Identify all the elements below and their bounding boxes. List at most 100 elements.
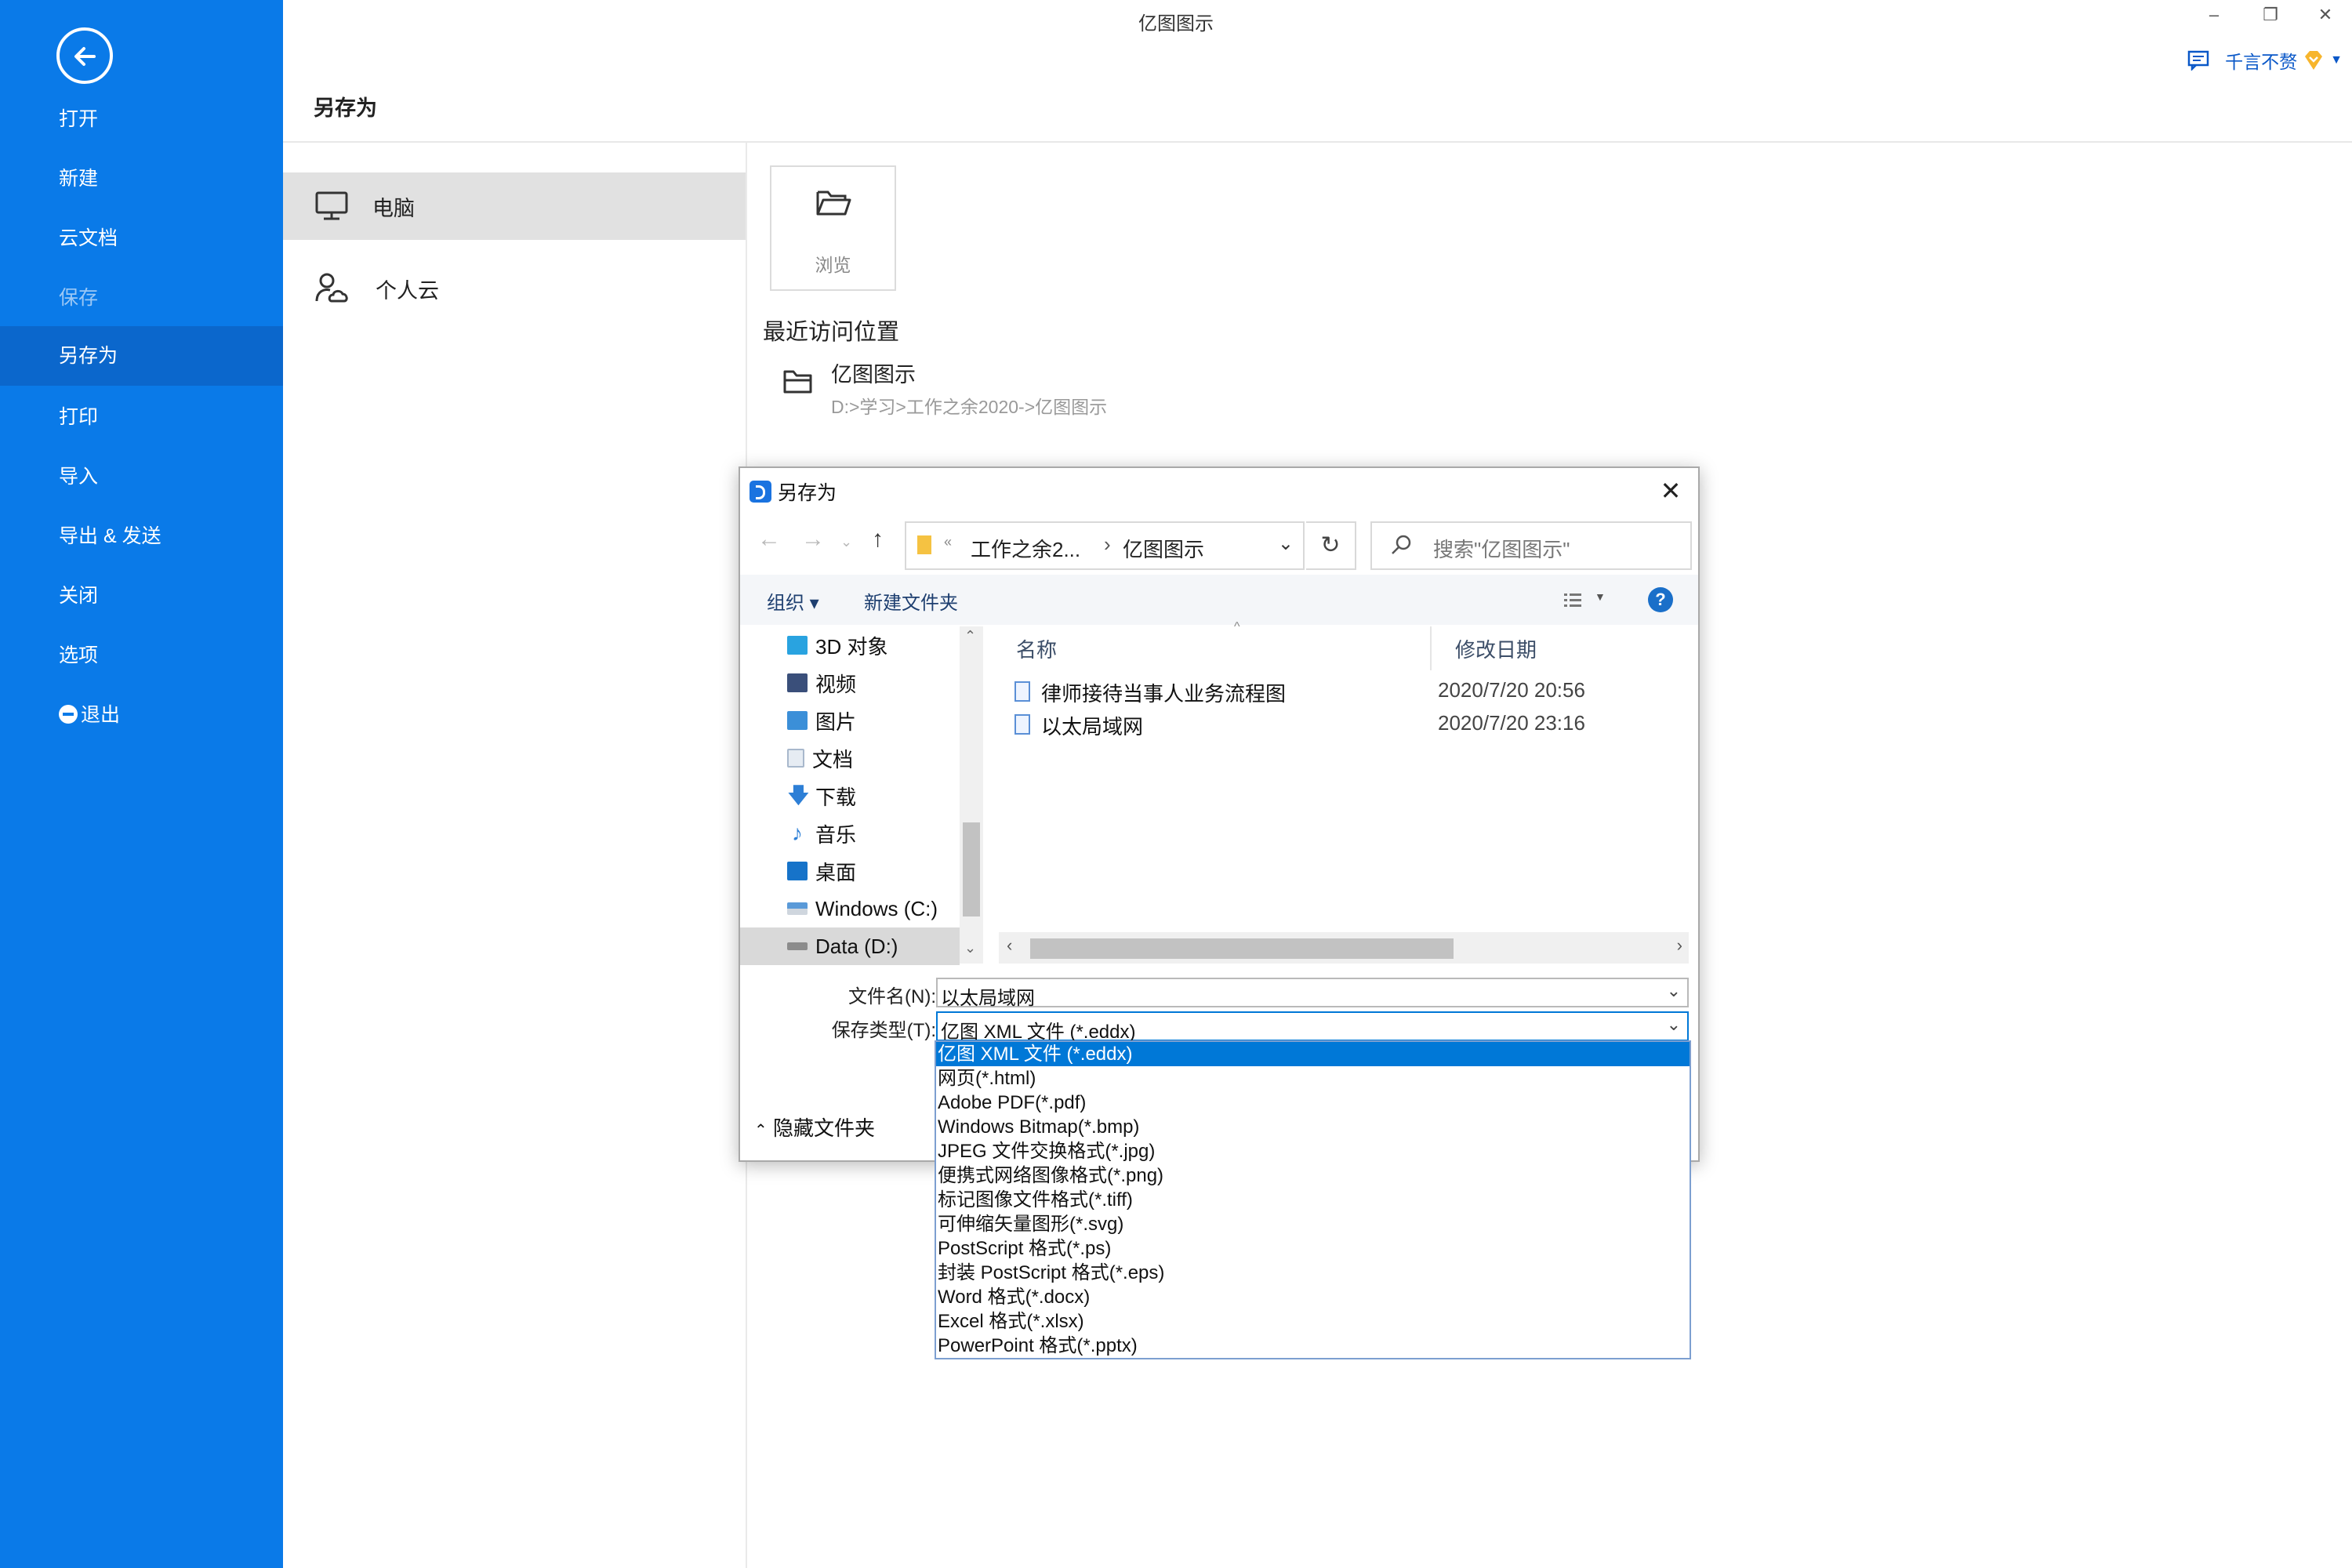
chevron-down-icon[interactable]: ⌄: [840, 534, 852, 550]
filetype-option[interactable]: 便携式网络图像格式(*.png): [936, 1163, 1690, 1188]
breadcrumb-item[interactable]: 工作之余2...: [971, 534, 1080, 563]
chevron-down-icon[interactable]: ▼: [2330, 53, 2343, 67]
chevron-down-icon[interactable]: ⌄: [1278, 532, 1294, 555]
filename-label: 文件名(N):: [848, 986, 936, 1007]
nav-options[interactable]: 选项: [0, 626, 283, 685]
filetype-option[interactable]: 可伸缩矢量图形(*.svg): [936, 1212, 1690, 1236]
nav-label: 导出 & 发送: [59, 525, 162, 547]
filetype-option[interactable]: Windows Bitmap(*.bmp): [936, 1115, 1690, 1139]
address-bar[interactable]: « 工作之余2... › 亿图图示 ⌄: [905, 521, 1305, 570]
desktop-icon: [787, 862, 808, 880]
file-date: 2020/7/20 20:56: [1438, 678, 1585, 702]
tree-label: 文档: [812, 747, 854, 771]
filetype-option[interactable]: Excel 格式(*.xlsx): [936, 1309, 1690, 1334]
user-name[interactable]: 千言不赘: [2225, 47, 2297, 74]
filetype-option[interactable]: Word 格式(*.docx): [936, 1285, 1690, 1309]
user-area[interactable]: 千言不赘 ▼: [2187, 47, 2343, 74]
filetype-option[interactable]: 亿图 XML 文件 (*.eddx): [936, 1042, 1690, 1066]
scrollbar-thumb[interactable]: [963, 822, 980, 916]
filetype-option[interactable]: Adobe PDF(*.pdf): [936, 1091, 1690, 1115]
file-list-hscrollbar[interactable]: ‹ ›: [999, 932, 1689, 964]
tree-label: 桌面: [815, 860, 857, 884]
filetype-option[interactable]: 网页(*.html): [936, 1066, 1690, 1091]
nav-print[interactable]: 打印: [0, 387, 283, 447]
filetype-label: 保存类型(T):: [831, 1020, 936, 1041]
dialog-titlebar[interactable]: 另存为 ✕: [740, 468, 1698, 512]
new-folder-button[interactable]: 新建文件夹: [864, 587, 958, 615]
view-options-chevron-icon[interactable]: ▼: [1595, 590, 1606, 603]
nav-new[interactable]: 新建: [0, 149, 283, 209]
window-close-button[interactable]: ✕: [2310, 5, 2341, 25]
filename-input[interactable]: 以太局域网 ⌄: [936, 978, 1689, 1009]
filename-value: 以太局域网: [941, 988, 1035, 1009]
recent-item-name[interactable]: 亿图图示: [831, 358, 916, 388]
nav-cloud-docs[interactable]: 云文档: [0, 209, 283, 268]
file-row[interactable]: 律师接待当事人业务流程图 2020/7/20 20:56: [999, 675, 1689, 708]
nav-label: 打开: [59, 108, 99, 130]
filetype-option[interactable]: 封装 PostScript 格式(*.eps): [936, 1261, 1690, 1285]
search-input[interactable]: 搜索"亿图图示": [1370, 521, 1692, 570]
folder-icon: [917, 535, 931, 554]
file-name: 律师接待当事人业务流程图: [1041, 682, 1287, 706]
tree-item-music[interactable]: ♪ 音乐: [740, 815, 960, 852]
back-arrow-icon[interactable]: ←: [757, 526, 781, 553]
tree-label: 下载: [815, 785, 857, 809]
hide-folders-toggle[interactable]: ⌃ 隐藏文件夹: [754, 1112, 875, 1142]
chevron-right-icon[interactable]: ›: [1104, 532, 1111, 557]
filetype-option[interactable]: PostScript 格式(*.ps): [936, 1236, 1690, 1261]
dialog-close-button[interactable]: ✕: [1651, 471, 1690, 510]
app-title: 亿图图示: [1138, 13, 1214, 34]
nav-import[interactable]: 导入: [0, 447, 283, 506]
column-header-date[interactable]: 修改日期: [1455, 634, 1537, 663]
tree-item-3d-objects[interactable]: 3D 对象: [740, 626, 960, 664]
scrollbar-thumb[interactable]: [1030, 938, 1454, 959]
tree-item-downloads[interactable]: 🡇 下载: [740, 777, 960, 815]
message-icon[interactable]: [2187, 50, 2211, 71]
chevron-down-icon[interactable]: ⌄: [964, 940, 976, 956]
app-logo-icon: [750, 481, 771, 503]
column-header-name[interactable]: 名称: [1016, 634, 1057, 663]
overflow-chevron[interactable]: «: [944, 534, 952, 550]
monitor-icon: [315, 191, 348, 220]
tree-item-videos[interactable]: 视频: [740, 664, 960, 702]
nav-export-send[interactable]: 导出 & 发送: [0, 506, 283, 566]
chevron-left-icon[interactable]: ‹: [1007, 935, 1012, 956]
tree-item-drive-d[interactable]: Data (D:): [740, 927, 960, 965]
minimize-button[interactable]: –: [2198, 5, 2230, 25]
tree-scrollbar[interactable]: ⌃ ⌄: [960, 626, 983, 964]
organize-button[interactable]: 组织 ▾: [767, 587, 819, 615]
tree-item-desktop[interactable]: 桌面: [740, 852, 960, 890]
column-separator[interactable]: [1430, 626, 1432, 670]
filetype-option[interactable]: 标记图像文件格式(*.tiff): [936, 1188, 1690, 1212]
location-label: 个人云: [376, 278, 439, 303]
refresh-button[interactable]: ↻: [1306, 521, 1356, 570]
nav-open[interactable]: 打开: [0, 89, 283, 149]
tree-item-documents[interactable]: 文档: [740, 739, 960, 777]
help-button[interactable]: ?: [1648, 587, 1673, 612]
chevron-up-icon[interactable]: ⌃: [964, 628, 976, 644]
filetype-option[interactable]: JPEG 文件交换格式(*.jpg): [936, 1139, 1690, 1163]
file-row[interactable]: 以太局域网 2020/7/20 23:16: [999, 708, 1689, 741]
nav-exit[interactable]: 退出: [0, 685, 283, 745]
browse-button[interactable]: 浏览: [770, 165, 896, 291]
view-options-icon[interactable]: [1563, 592, 1582, 608]
film-icon: [787, 673, 808, 692]
filetype-select[interactable]: 亿图 XML 文件 (*.eddx) ⌄: [936, 1011, 1689, 1043]
back-button[interactable]: [56, 27, 113, 84]
location-personal-cloud[interactable]: 个人云: [283, 255, 746, 322]
tree-item-drive-c[interactable]: Windows (C:): [740, 890, 960, 927]
person-cloud-icon: [315, 273, 348, 303]
filetype-option[interactable]: PowerPoint 格式(*.pptx): [936, 1334, 1690, 1358]
restore-button[interactable]: ❐: [2255, 5, 2286, 25]
nav-close[interactable]: 关闭: [0, 566, 283, 626]
chevron-down-icon[interactable]: ⌄: [1667, 981, 1681, 1001]
tree-item-pictures[interactable]: 图片: [740, 702, 960, 739]
chevron-right-icon[interactable]: ›: [1677, 935, 1682, 956]
forward-arrow-icon[interactable]: →: [801, 526, 825, 553]
breadcrumb-item[interactable]: 亿图图示: [1123, 534, 1204, 563]
chevron-down-icon[interactable]: ⌄: [1667, 1014, 1681, 1035]
nav-save-as[interactable]: 另存为: [0, 326, 283, 386]
tree-label: 音乐: [815, 822, 857, 847]
location-computer[interactable]: 电脑: [283, 172, 746, 240]
up-arrow-icon[interactable]: ↑: [872, 526, 884, 553]
